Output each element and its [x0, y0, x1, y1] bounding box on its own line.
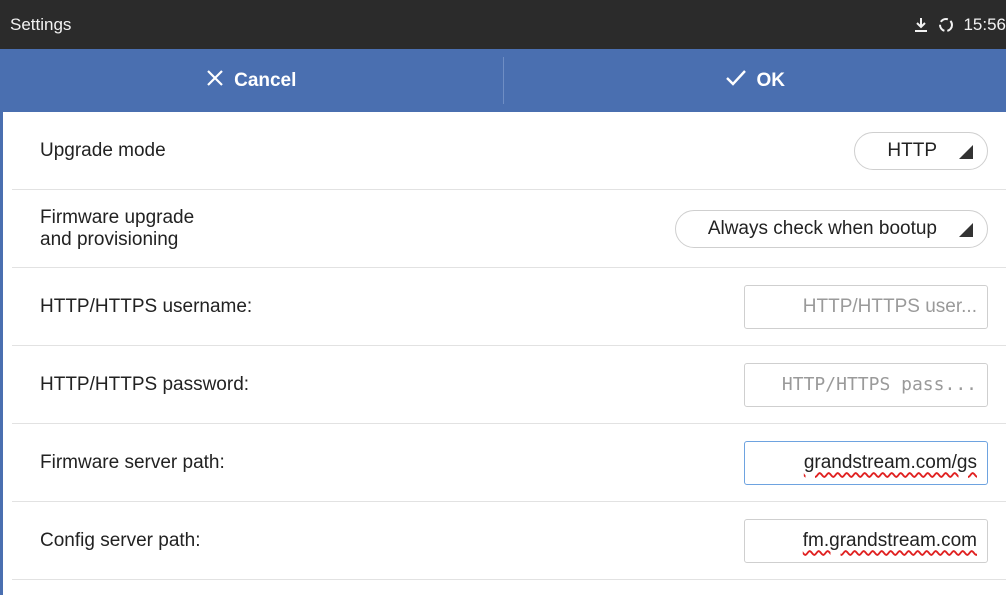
ok-label: OK [756, 69, 786, 91]
ok-button[interactable]: OK [504, 49, 1006, 112]
config-server-input[interactable]: fm.grandstream.com [744, 518, 988, 563]
row-config-server: Config server path: fm.grandstream.com [12, 502, 1006, 580]
upgrade-mode-select[interactable]: HTTP [854, 131, 988, 170]
firmware-upgrade-value: Always check when bootup [707, 217, 937, 239]
dropdown-arrow-icon [959, 222, 973, 237]
action-bar: Cancel OK [0, 49, 1006, 112]
http-username-label: HTTP/HTTPS username: [40, 295, 253, 317]
config-server-label: Config server path: [40, 529, 201, 551]
settings-list: Upgrade mode HTTP Firmware upgrade and p… [12, 112, 1006, 580]
left-edge-divider [0, 112, 3, 595]
dropdown-arrow-icon [959, 144, 973, 159]
config-server-value: fm.grandstream.com [802, 529, 977, 551]
row-firmware-server: Firmware server path: grandstream.com/gs [12, 424, 1006, 502]
row-http-password: HTTP/HTTPS password: [12, 346, 1006, 424]
firmware-upgrade-label: Firmware upgrade and provisioning [40, 207, 194, 251]
status-icons: 15:56 [913, 15, 1006, 35]
status-bar: Settings 15:56 [0, 0, 1006, 49]
firmware-server-input[interactable]: grandstream.com/gs [744, 440, 988, 485]
firmware-server-value: grandstream.com/gs [803, 451, 977, 473]
firmware-upgrade-label-line2: and provisioning [40, 228, 179, 250]
http-password-label: HTTP/HTTPS password: [40, 373, 250, 395]
firmware-server-label: Firmware server path: [40, 451, 225, 473]
upgrade-mode-value: HTTP [887, 139, 937, 161]
close-icon [206, 69, 224, 93]
sync-icon [937, 16, 955, 34]
http-password-input[interactable] [744, 362, 988, 407]
http-username-input[interactable] [744, 284, 988, 329]
firmware-upgrade-label-line1: Firmware upgrade [40, 206, 195, 228]
status-title: Settings [10, 14, 72, 34]
firmware-upgrade-select[interactable]: Always check when bootup [674, 209, 988, 248]
download-icon [913, 17, 929, 33]
cancel-button[interactable]: Cancel [0, 49, 503, 112]
row-firmware-upgrade: Firmware upgrade and provisioning Always… [12, 190, 1006, 268]
cancel-label: Cancel [234, 69, 297, 91]
status-time: 15:56 [963, 14, 1006, 34]
upgrade-mode-label: Upgrade mode [40, 139, 166, 161]
row-upgrade-mode: Upgrade mode HTTP [12, 112, 1006, 190]
row-http-username: HTTP/HTTPS username: [12, 268, 1006, 346]
check-icon [725, 69, 747, 93]
